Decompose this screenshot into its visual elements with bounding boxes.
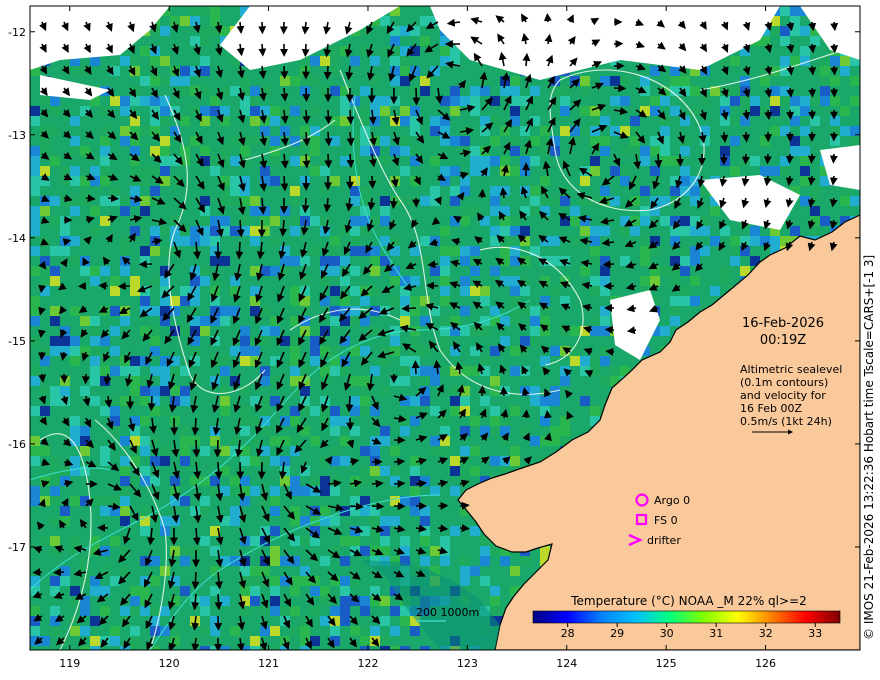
x-tick-label: 121 bbox=[258, 657, 279, 670]
colorbar-tick-label: 28 bbox=[561, 627, 575, 640]
x-tick-label: 123 bbox=[457, 657, 478, 670]
y-tick-label: -13 bbox=[8, 129, 26, 142]
side-credit: © IMOS 21-Feb-2026 13:22:36 Hobart time … bbox=[862, 254, 876, 640]
colorbar-title: Temperature (°C) NOAA _M 22% ql>=2 bbox=[570, 594, 807, 608]
annotation-time: 00:19Z bbox=[760, 333, 806, 348]
colorbar-bar bbox=[532, 610, 841, 624]
bathymetry-legend: 200 1000m bbox=[416, 606, 479, 622]
note-line-5: 0.5m/s (1kt 24h) bbox=[740, 415, 832, 428]
note-line-2: (0.1m contours) bbox=[740, 376, 828, 389]
colorbar-tick-label: 33 bbox=[808, 627, 822, 640]
annotation-date: 16-Feb-2026 bbox=[742, 316, 824, 331]
note-line-1: Altimetric sealevel bbox=[740, 363, 842, 376]
colorbar-tick-label: 29 bbox=[610, 627, 624, 640]
note-line-4: 16 Feb 00Z bbox=[740, 402, 802, 415]
legend-fs: FS 0 bbox=[654, 514, 678, 527]
colorbar-tick-label: 31 bbox=[709, 627, 723, 640]
y-tick-label: -12 bbox=[8, 26, 26, 39]
map-figure: 119 120 121 122 123 124 125 126 -12 -13 -14 -15 -16… bbox=[8, 5, 861, 670]
legend-drifter: drifter bbox=[647, 534, 681, 547]
x-tick-label: 124 bbox=[556, 657, 577, 670]
y-tick-label: -16 bbox=[8, 438, 26, 451]
map-content bbox=[30, 6, 860, 650]
x-tick-label: 120 bbox=[159, 657, 180, 670]
x-tick-label: 125 bbox=[656, 657, 677, 670]
y-tick-label: -14 bbox=[8, 232, 26, 245]
legend-argo: Argo 0 bbox=[654, 494, 690, 507]
y-tick-label: -17 bbox=[8, 541, 26, 554]
colorbar-tick-label: 30 bbox=[660, 627, 674, 640]
x-tick-label: 126 bbox=[755, 657, 776, 670]
colorbar-tick-label: 32 bbox=[759, 627, 773, 640]
x-tick-label: 122 bbox=[357, 657, 378, 670]
note-line-3: and velocity for bbox=[740, 389, 826, 402]
x-tick-label: 119 bbox=[59, 657, 80, 670]
y-tick-label: -15 bbox=[8, 335, 26, 348]
bathy-label: 200 1000m bbox=[416, 606, 479, 619]
